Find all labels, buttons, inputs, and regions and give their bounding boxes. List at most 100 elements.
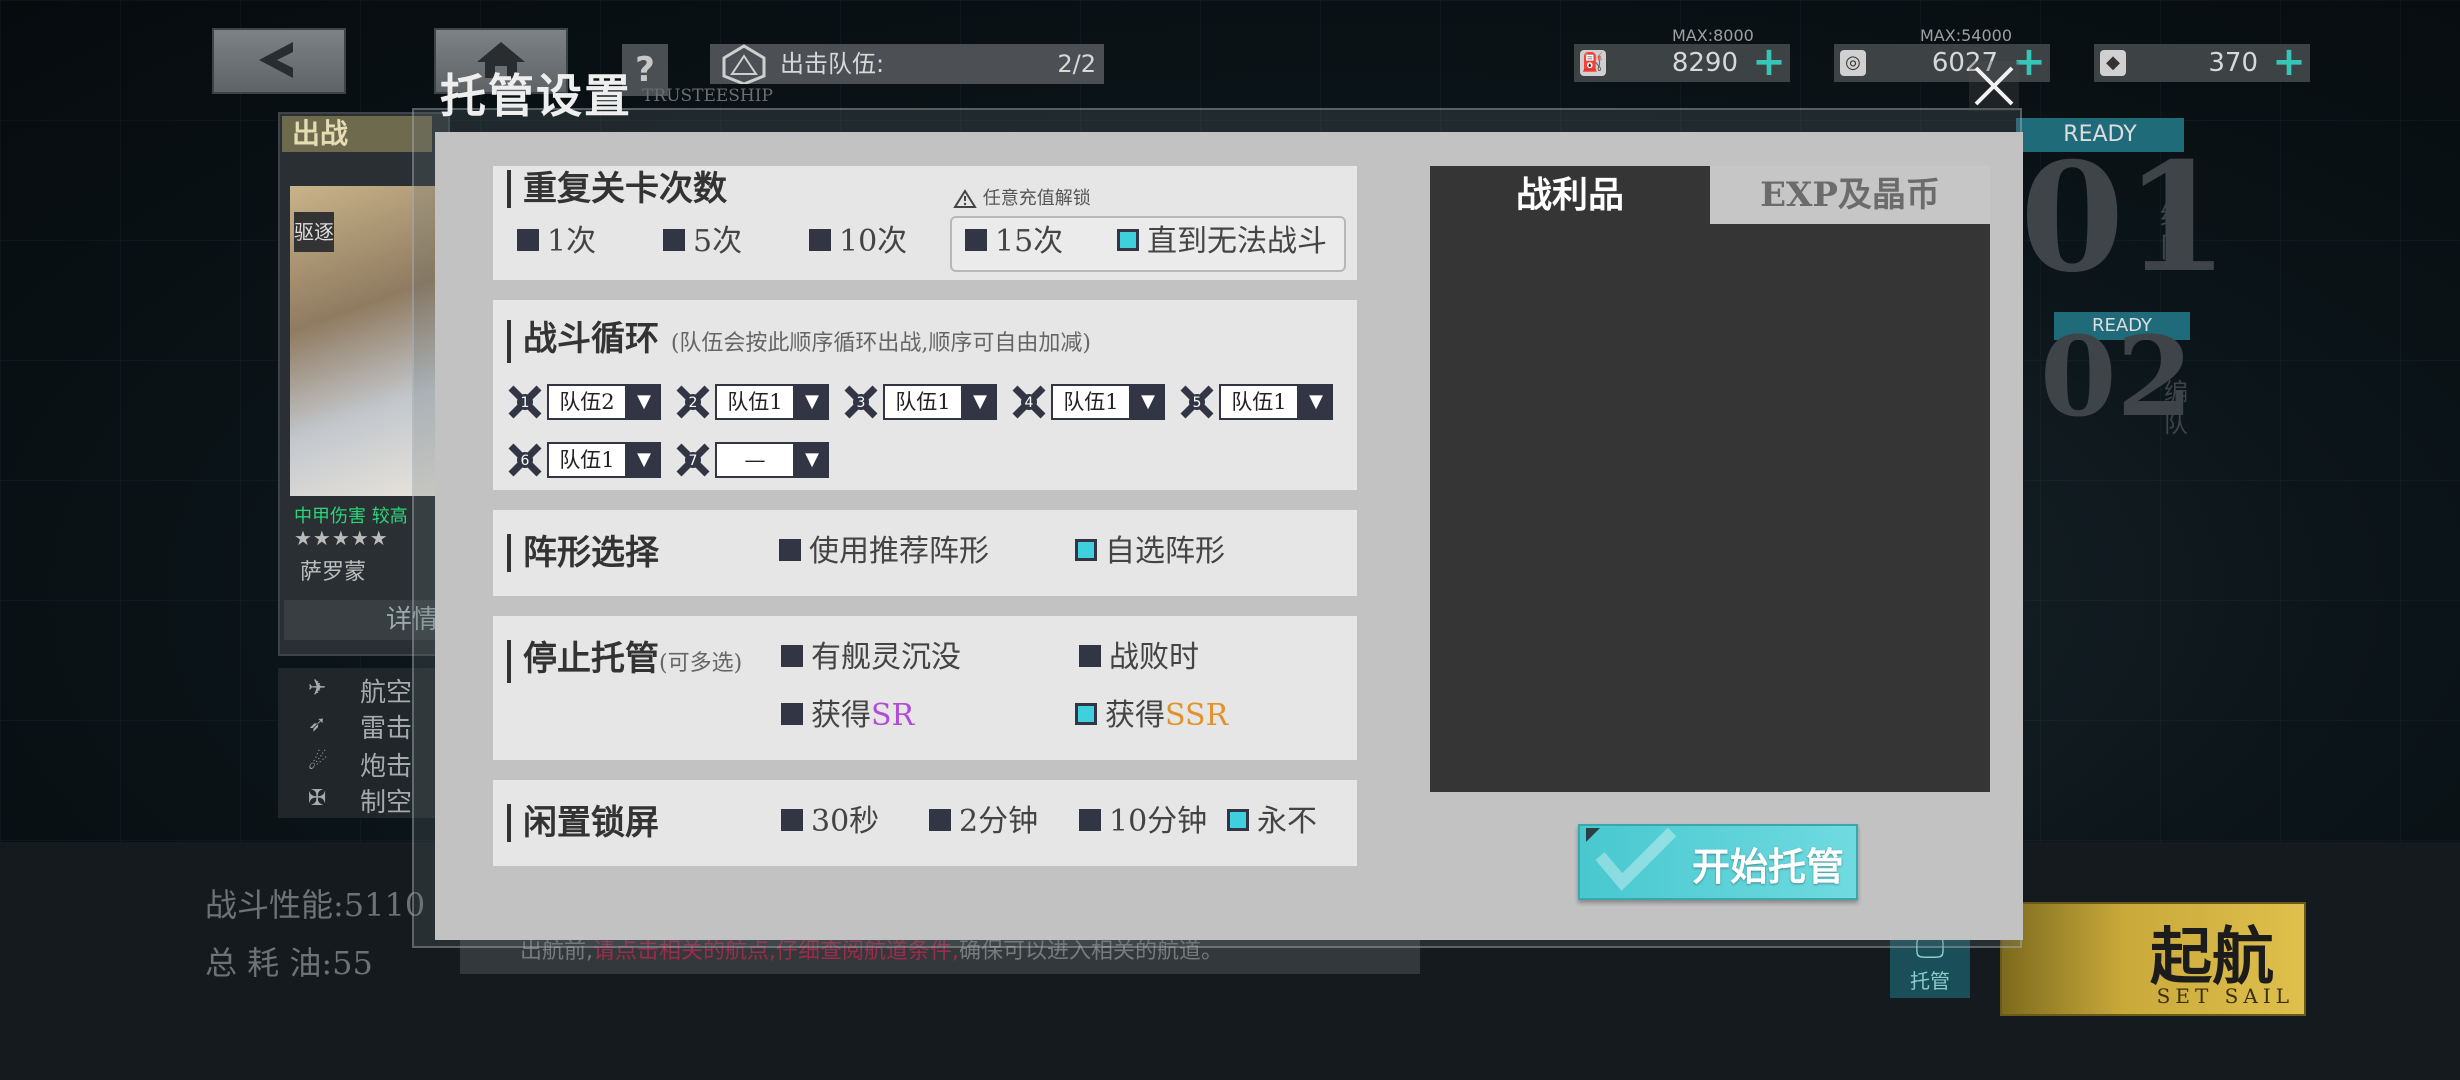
repeat-option-until-unable[interactable]: 直到无法战斗 bbox=[1117, 224, 1327, 260]
checkbox[interactable] bbox=[517, 229, 539, 251]
option-label: 自选阵形 bbox=[1105, 534, 1225, 569]
stop-option-get-sr[interactable]: 获得SR bbox=[781, 698, 914, 734]
checkbox[interactable] bbox=[809, 229, 831, 251]
stop-title-text: 停止托管 bbox=[523, 639, 659, 679]
set-sail-en-label: SET SAIL bbox=[2156, 984, 2294, 1008]
checkbox[interactable] bbox=[781, 645, 803, 667]
crossed-swords-icon: 4 bbox=[1012, 385, 1046, 419]
option-label: 战败时 bbox=[1109, 640, 1199, 675]
checkbox-checked[interactable] bbox=[1075, 703, 1097, 725]
dropdown-arrow-icon[interactable]: ▼ bbox=[963, 384, 997, 420]
fuel-icon: ⛽ bbox=[1580, 50, 1606, 76]
stop-option-defeat[interactable]: 战败时 bbox=[1079, 640, 1199, 676]
checkbox[interactable] bbox=[779, 539, 801, 561]
crossed-swords-icon: 3 bbox=[844, 385, 878, 419]
crossed-swords-icon: 2 bbox=[676, 385, 710, 419]
dropdown-arrow-icon[interactable]: ▼ bbox=[627, 384, 661, 420]
option-label: 10次 bbox=[839, 224, 908, 259]
gem-icon: ◆ bbox=[2100, 50, 2126, 76]
dropdown-arrow-icon[interactable]: ▼ bbox=[627, 442, 661, 478]
idle-option-2min[interactable]: 2分钟 bbox=[929, 804, 1038, 840]
battle-cycle-title-text: 战斗循环 bbox=[523, 319, 659, 359]
checkbox[interactable] bbox=[663, 229, 685, 251]
repeat-option-1[interactable]: 1次 bbox=[517, 224, 596, 260]
repeat-option-10[interactable]: 10次 bbox=[809, 224, 907, 260]
sortie-header: 出战 bbox=[282, 116, 432, 152]
team-select-7[interactable]: — bbox=[715, 442, 795, 478]
set-sail-button[interactable]: 起航 SET SAIL bbox=[2000, 902, 2306, 1016]
add-gem-button[interactable]: + bbox=[2268, 42, 2310, 82]
dropdown-arrow-icon[interactable]: ▼ bbox=[1299, 384, 1333, 420]
start-trusteeship-label: 开始托管 bbox=[1691, 844, 1844, 889]
option-label: 1次 bbox=[547, 224, 597, 259]
close-icon[interactable] bbox=[1968, 60, 2020, 112]
slot-order: 2 bbox=[689, 395, 698, 411]
checkbox-checked[interactable] bbox=[1227, 809, 1249, 831]
stop-option-get-ssr[interactable]: 获得SSR bbox=[1075, 698, 1228, 734]
checkbox[interactable] bbox=[1079, 809, 1101, 831]
battle-cycle-note: (队伍会按此顺序循环出战,顺序可自由加减) bbox=[670, 331, 1092, 356]
option-label: 2分钟 bbox=[959, 804, 1039, 839]
start-trusteeship-button[interactable]: 开始托管 bbox=[1578, 824, 1858, 900]
fuel-cost: 总 耗 油:55 bbox=[205, 944, 373, 982]
checkbox-checked[interactable] bbox=[1075, 539, 1097, 561]
sortie-value: 2/2 bbox=[1057, 50, 1096, 78]
character-name: 萨罗蒙 bbox=[300, 560, 367, 585]
stop-option-ship-sunk[interactable]: 有舰灵沉没 bbox=[781, 640, 961, 676]
character-tag: 中甲伤害 较高 bbox=[294, 506, 408, 527]
idle-option-never[interactable]: 永不 bbox=[1227, 804, 1317, 840]
repeat-count-title: 重复关卡次数 bbox=[507, 170, 727, 208]
checkbox-checked[interactable] bbox=[1117, 229, 1139, 251]
checkbox[interactable] bbox=[1079, 645, 1101, 667]
stop-section: 停止托管(可多选) 有舰灵沉没 战败时 获得SR 获得SSR bbox=[493, 616, 1357, 760]
team-select-6[interactable]: 队伍1 bbox=[547, 442, 627, 478]
crossed-swords-icon: 7 bbox=[676, 443, 710, 477]
checkbox[interactable] bbox=[965, 229, 987, 251]
team-select-5[interactable]: 队伍1 bbox=[1219, 384, 1299, 420]
weapon-air: 航空 bbox=[360, 678, 413, 708]
tab-loot[interactable]: 战利品 bbox=[1430, 166, 1710, 224]
gem-value: 370 bbox=[2208, 48, 2258, 78]
dialog-title: 托管设置 bbox=[440, 69, 632, 123]
option-label: 10分钟 bbox=[1109, 804, 1208, 839]
idle-lock-section: 闲置锁屏 30秒 2分钟 10分钟 永不 bbox=[493, 780, 1357, 866]
team-select-4[interactable]: 队伍1 bbox=[1051, 384, 1131, 420]
trusteeship-en-label: TRUSTEESHIP bbox=[642, 86, 773, 106]
coin-max: MAX:54000 bbox=[1920, 26, 2012, 45]
back-button[interactable] bbox=[212, 28, 346, 94]
slot-order: 1 bbox=[521, 395, 530, 411]
checkbox[interactable] bbox=[781, 703, 803, 725]
formation-option-recommended[interactable]: 使用推荐阵形 bbox=[779, 534, 989, 570]
idle-option-10min[interactable]: 10分钟 bbox=[1079, 804, 1207, 840]
team2-side-label: 编队 bbox=[2164, 378, 2188, 438]
repeat-option-5[interactable]: 5次 bbox=[663, 224, 742, 260]
dropdown-arrow-icon[interactable]: ▼ bbox=[795, 442, 829, 478]
combat-power: 战斗性能:5110 bbox=[205, 886, 426, 924]
idle-option-30s[interactable]: 30秒 bbox=[781, 804, 879, 840]
sortie-label: 出击队伍: bbox=[780, 50, 885, 78]
stop-note: (可多选) bbox=[659, 651, 743, 676]
slot-order: 4 bbox=[1025, 395, 1034, 411]
team-select-3[interactable]: 队伍1 bbox=[883, 384, 963, 420]
team-select-2[interactable]: 队伍1 bbox=[715, 384, 795, 420]
aircraft-icon: ✈ bbox=[308, 676, 327, 701]
checkmark-deco-icon bbox=[1586, 828, 1676, 891]
sr-label: SR bbox=[871, 698, 915, 733]
loot-list bbox=[1430, 224, 1990, 792]
set-sail-label: 起航 bbox=[2149, 920, 2274, 993]
option-label: 30秒 bbox=[811, 804, 880, 839]
team-select-1[interactable]: 队伍2 bbox=[547, 384, 627, 420]
formation-option-custom[interactable]: 自选阵形 bbox=[1075, 534, 1225, 570]
option-label: 获得 bbox=[1105, 698, 1165, 733]
repeat-count-section: 重复关卡次数 任意充值解锁 1次 5次 10次 15次 直到无法战斗 bbox=[493, 166, 1357, 280]
dropdown-arrow-icon[interactable]: ▼ bbox=[1131, 384, 1165, 420]
idle-lock-title: 闲置锁屏 bbox=[507, 804, 659, 842]
ship-type-badge: 驱逐 bbox=[294, 212, 334, 252]
option-label: 使用推荐阵形 bbox=[809, 534, 989, 569]
checkbox[interactable] bbox=[929, 809, 951, 831]
repeat-option-15[interactable]: 15次 bbox=[965, 224, 1063, 260]
checkbox[interactable] bbox=[781, 809, 803, 831]
add-fuel-button[interactable]: + bbox=[1748, 42, 1790, 82]
dropdown-arrow-icon[interactable]: ▼ bbox=[795, 384, 829, 420]
tab-exp-coins[interactable]: EXP及晶币 bbox=[1710, 166, 1990, 224]
